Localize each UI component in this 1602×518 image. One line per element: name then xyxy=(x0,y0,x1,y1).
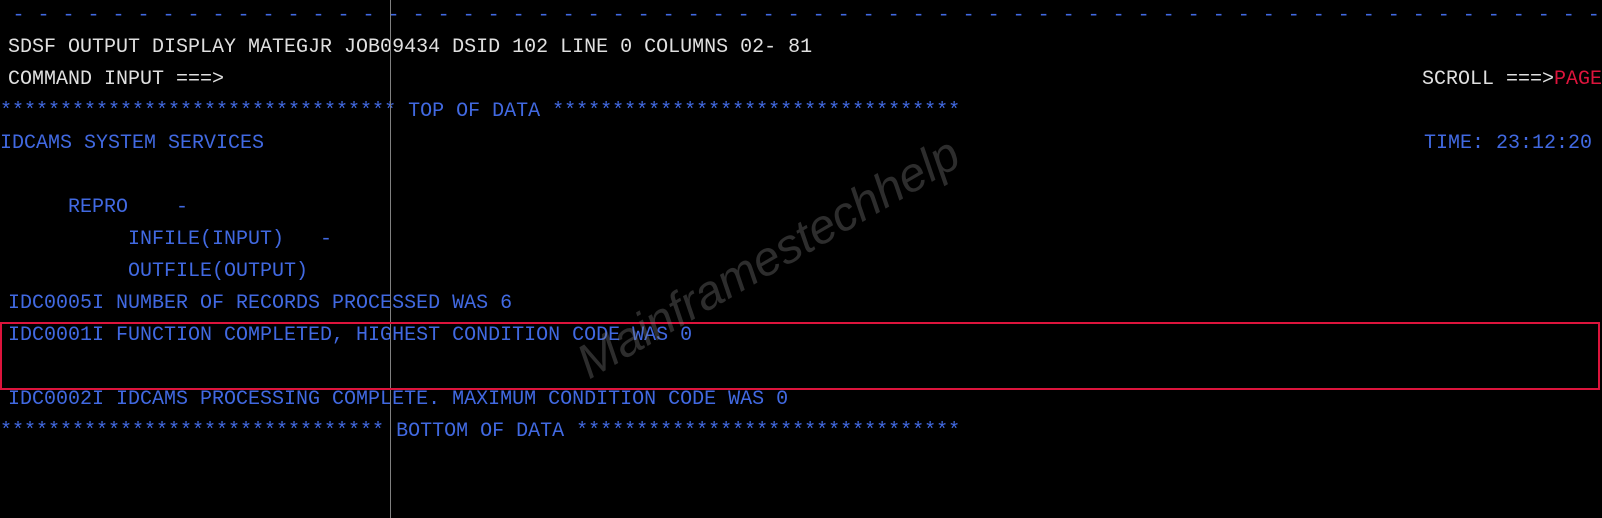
bottom-of-data-marker: ******************************** BOTTOM … xyxy=(0,416,1602,448)
top-stars-left: ********************************* xyxy=(0,96,408,128)
scroll-value[interactable]: PAGE xyxy=(1554,64,1602,96)
idcams-services-label: IDCAMS SYSTEM SERVICES xyxy=(0,128,1424,160)
time-label: TIME: xyxy=(1424,132,1496,155)
sdsf-header: SDSF OUTPUT DISPLAY MATEGJR JOB09434 DSI… xyxy=(8,32,812,64)
bottom-of-data-label: BOTTOM OF DATA xyxy=(396,416,564,448)
bottom-stars-left: ******************************** xyxy=(0,416,396,448)
command-input[interactable]: COMMAND INPUT ===> xyxy=(8,64,1422,96)
top-of-data-label: TOP OF DATA xyxy=(408,96,540,128)
blank-line-2 xyxy=(0,352,1602,384)
scroll-label: SCROLL ===> xyxy=(1422,64,1554,96)
infile-param: INFILE(INPUT) - xyxy=(8,224,332,256)
message-idc0001i: IDC0001I FUNCTION COMPLETED, HIGHEST CON… xyxy=(8,320,692,352)
top-dashed-border: - - - - - - - - - - - - - - - - - - - - … xyxy=(0,0,1602,32)
message-idc0005i: IDC0005I NUMBER OF RECORDS PROCESSED WAS… xyxy=(8,288,512,320)
top-stars-right: ********************************** xyxy=(540,96,960,128)
top-of-data-marker: ********************************* TOP OF… xyxy=(0,96,1602,128)
repro-command: REPRO - xyxy=(8,192,188,224)
time-value: 23:12:20 xyxy=(1496,132,1592,155)
message-idc0002i: IDC0002I IDCAMS PROCESSING COMPLETE. MAX… xyxy=(8,384,788,416)
blank-line-1 xyxy=(0,160,1602,192)
cursor-vertical-line xyxy=(390,0,391,518)
bottom-stars-right: ******************************** xyxy=(564,416,960,448)
outfile-param: OUTFILE(OUTPUT) xyxy=(8,256,308,288)
